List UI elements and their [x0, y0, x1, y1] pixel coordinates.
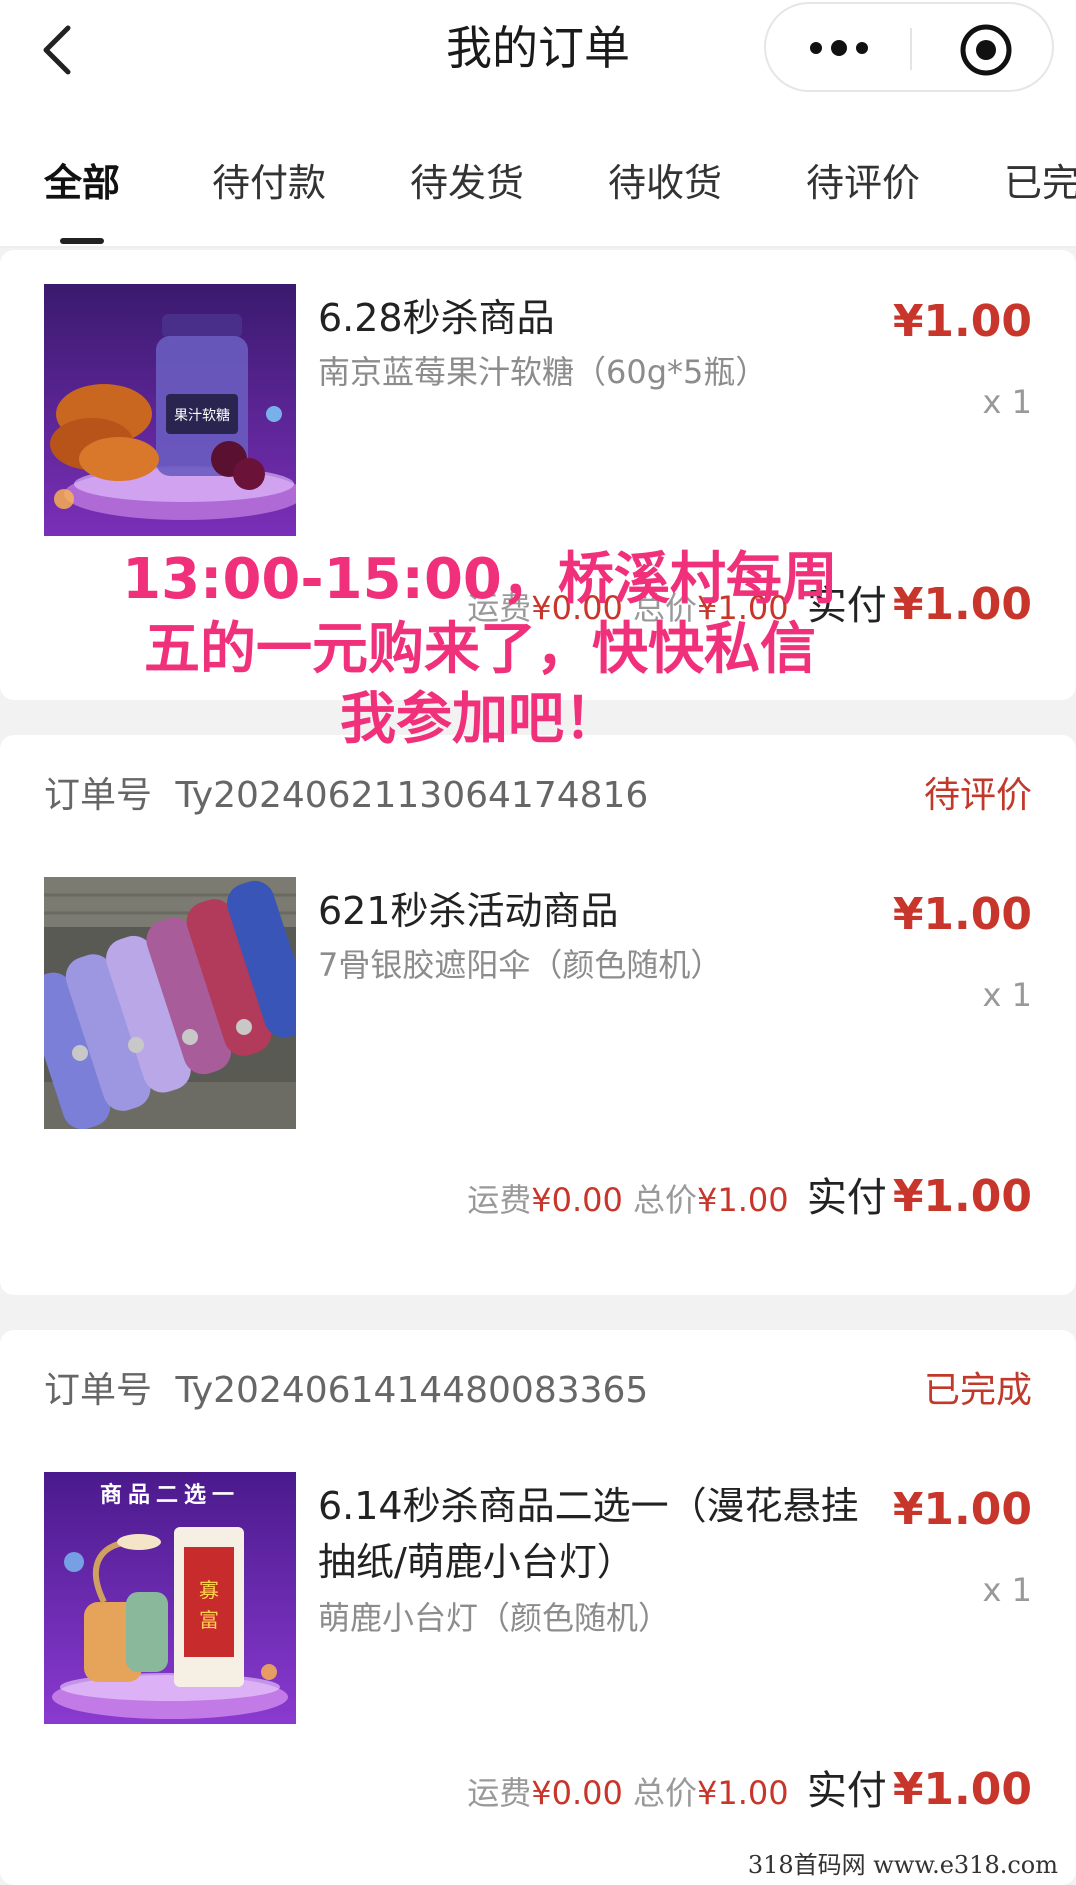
page: 我的订单 全部 待付款 待发货 待收货 待评价 已完 果汁软糖 6.28秒杀商品… — [0, 0, 1076, 1885]
order-number-label: 订单号 — [44, 1370, 153, 1411]
active-tab-indicator — [60, 238, 104, 244]
more-button[interactable] — [804, 26, 874, 70]
tab-pending-review[interactable]: 待评价 — [806, 158, 920, 208]
product-image-candy: 果汁软糖 — [44, 284, 296, 536]
tab-pending-payment[interactable]: 待付款 — [212, 158, 326, 208]
svg-text:果汁软糖: 果汁软糖 — [174, 408, 230, 424]
total-price: ¥1.00 — [697, 1774, 789, 1812]
tab-pending-shipment[interactable]: 待发货 — [410, 158, 524, 208]
product-title: 621秒杀活动商品 — [318, 889, 619, 933]
product-quantity: x 1 — [982, 976, 1032, 1014]
capsule-divider — [910, 28, 912, 70]
order-card[interactable]: 订单号 Ty2024061414480083365 已完成 商品二选一 寡 富 … — [0, 1330, 1076, 1885]
pay-label: 实付 — [806, 1768, 887, 1814]
order-number: 订单号 Ty2024062113064174816 — [44, 773, 648, 819]
order-number-value: Ty2024062113064174816 — [175, 775, 649, 816]
tab-completed[interactable]: 已完 — [1004, 158, 1076, 208]
total-price: ¥1.00 — [697, 1181, 789, 1219]
order-summary: 运费¥0.00 总价¥1.00 实付 ¥1.00 — [467, 1760, 1032, 1823]
promo-line: 五的一元购来了，快快私信 — [144, 617, 816, 682]
product-spec: 7骨银胶遮阳伞（颜色随机） — [318, 946, 723, 984]
product-title: 6.14秒杀商品二选一（漫花悬挂抽纸/萌鹿小台灯） — [318, 1484, 859, 1584]
close-button[interactable] — [958, 22, 1014, 78]
mini-program-capsule — [764, 2, 1054, 92]
order-status: 待评价 — [923, 775, 1032, 816]
product-price: ¥1.00 — [892, 889, 1032, 940]
product-quantity: x 1 — [982, 383, 1032, 421]
tab-pending-receipt[interactable]: 待收货 — [608, 158, 722, 208]
pay-amount: ¥1.00 — [892, 579, 1032, 630]
product-quantity: x 1 — [982, 1571, 1032, 1609]
site-watermark: 318首码网 www.e318.com — [739, 1847, 1066, 1883]
product-thumbnail[interactable]: 商品二选一 寡 富 — [44, 1472, 296, 1724]
product-price: ¥1.00 — [892, 296, 1032, 347]
shipping-label: 运费 — [467, 1181, 532, 1219]
svg-text:寡: 寡 — [199, 1578, 219, 1602]
order-number-value: Ty2024061414480083365 — [175, 1370, 649, 1411]
product-image-lamp-tissue: 商品二选一 寡 富 — [44, 1472, 296, 1724]
shipping-label: 运费 — [467, 1774, 532, 1812]
nav-header: 我的订单 — [0, 0, 1076, 100]
order-card[interactable]: 订单号 Ty2024062113064174816 待评价 621秒杀活动商品 … — [0, 735, 1076, 1295]
shipping-fee: ¥0.00 — [531, 1774, 623, 1812]
promo-overlay-text: 13:00-15:00，桥溪村每周 五的一元购来了，快快私信 我参加吧！ — [60, 545, 900, 755]
promo-line: 13:00-15:00，桥溪村每周 — [122, 547, 838, 612]
close-target-icon — [960, 24, 1012, 76]
order-number-label: 订单号 — [44, 775, 153, 816]
pay-amount: ¥1.00 — [892, 1171, 1032, 1222]
total-label: 总价 — [633, 1774, 698, 1812]
product-thumbnail[interactable] — [44, 877, 296, 1129]
svg-text:富: 富 — [199, 1608, 219, 1632]
product-spec: 萌鹿小台灯（颜色随机） — [318, 1599, 671, 1637]
shipping-fee: ¥0.00 — [531, 1181, 623, 1219]
order-tabs: 全部 待付款 待发货 待收货 待评价 已完 — [0, 100, 1076, 248]
more-dots-icon — [810, 40, 868, 56]
pay-label: 实付 — [806, 1175, 887, 1221]
product-price: ¥1.00 — [892, 1484, 1032, 1535]
svg-text:商品二选一: 商品二选一 — [100, 1482, 240, 1508]
product-image-umbrellas — [44, 877, 296, 1129]
order-status: 已完成 — [923, 1370, 1032, 1411]
total-label: 总价 — [633, 1181, 698, 1219]
promo-line: 我参加吧！ — [340, 687, 620, 752]
order-summary: 运费¥0.00 总价¥1.00 实付 ¥1.00 — [467, 1167, 1032, 1230]
order-number: 订单号 Ty2024061414480083365 — [44, 1368, 648, 1414]
product-thumbnail[interactable]: 果汁软糖 — [44, 284, 296, 536]
pay-amount: ¥1.00 — [892, 1764, 1032, 1815]
tab-all[interactable]: 全部 — [44, 158, 120, 208]
product-spec: 南京蓝莓果汁软糖（60g*5瓶） — [318, 353, 768, 391]
product-title: 6.28秒杀商品 — [318, 296, 555, 340]
